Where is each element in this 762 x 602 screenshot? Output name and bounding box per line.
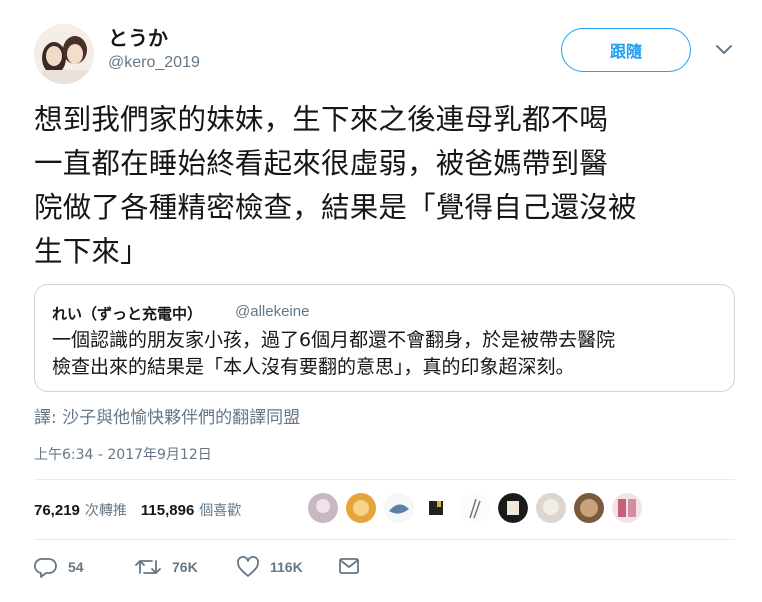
translation-credit: 譯: 沙子與他愉快夥伴們的翻譯同盟: [34, 408, 301, 428]
tweet-timestamp[interactable]: 上午6:34 - 2017年9月12日: [34, 444, 212, 464]
retweet-icon: [135, 560, 161, 574]
likes-label[interactable]: 個喜歡: [199, 500, 241, 520]
reply-icon: [34, 558, 57, 578]
liker-avatar[interactable]: [346, 493, 376, 523]
author-handle[interactable]: @kero_2019: [108, 54, 200, 72]
author-display-name[interactable]: とうか: [108, 22, 168, 51]
reply-count: 54: [68, 559, 84, 575]
retweets-label[interactable]: 次轉推: [85, 500, 127, 520]
liker-avatar[interactable]: [498, 493, 528, 523]
retweets-count[interactable]: 76,219: [34, 502, 80, 519]
quoted-text: 一個認識的朋友家小孩，過了6個月都還不會翻身，於是被帶去醫院 檢查出來的結果是「…: [52, 329, 616, 378]
liker-avatar[interactable]: [536, 493, 566, 523]
liker-avatar[interactable]: [384, 493, 414, 523]
chevron-down-icon[interactable]: [713, 40, 735, 60]
like-button[interactable]: 116K: [236, 556, 303, 578]
like-count: 116K: [270, 559, 303, 575]
tweet-text: 想到我們家的妹妹，生下來之後連母乳都不喝 一直都在睡始終看起來很虛弱，被爸媽帶到…: [34, 103, 637, 268]
liker-avatar[interactable]: [612, 493, 642, 523]
likes-count[interactable]: 115,896: [141, 502, 194, 519]
follow-button[interactable]: 跟隨: [561, 28, 691, 72]
direct-message-button[interactable]: [338, 556, 360, 576]
engagement-stats: 76,219 次轉推 115,896 個喜歡: [34, 500, 255, 520]
divider: [34, 479, 735, 480]
message-icon: [339, 558, 359, 574]
reply-button[interactable]: 54: [34, 556, 84, 578]
liker-avatar[interactable]: [308, 493, 338, 523]
like-icon: [237, 556, 259, 577]
quoted-tweet[interactable]: れい（ずっと充電中） @allekeine 一個認識的朋友家小孩，過了6個月都還…: [34, 284, 735, 392]
liker-avatar[interactable]: [460, 493, 490, 523]
liker-avatar[interactable]: [574, 493, 604, 523]
avatar-image: [34, 24, 94, 84]
liker-avatar[interactable]: [422, 493, 452, 523]
divider: [34, 539, 735, 540]
liker-avatars: [308, 493, 650, 523]
retweet-button[interactable]: 76K: [134, 556, 198, 578]
quoted-handle: @allekeine: [235, 303, 310, 320]
quoted-display-name: れい（ずっと充電中）: [52, 305, 203, 323]
retweet-count: 76K: [172, 559, 198, 575]
author-avatar[interactable]: [34, 24, 94, 84]
